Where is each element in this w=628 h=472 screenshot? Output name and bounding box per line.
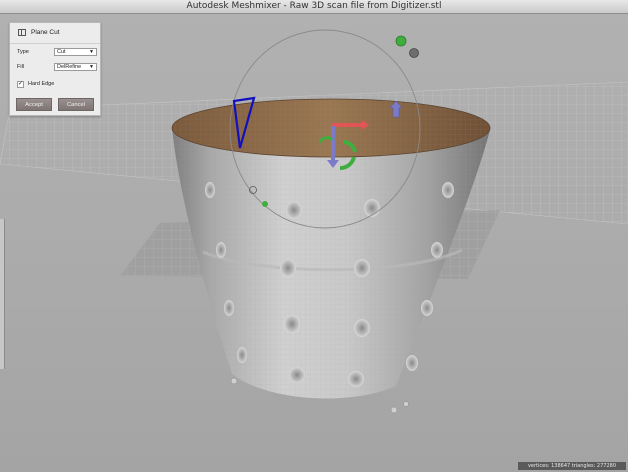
type-value: Cut xyxy=(57,49,66,55)
checkmark-icon: ✓ xyxy=(18,81,24,87)
fill-select[interactable]: DelRefine ▼ xyxy=(54,63,97,71)
hard-edge-checkbox[interactable]: ✓ xyxy=(17,81,24,88)
rotate-handle-icon xyxy=(395,35,407,47)
accept-button[interactable]: Accept xyxy=(16,98,52,111)
type-label: Type xyxy=(17,49,29,55)
left-edge-handle[interactable] xyxy=(0,219,5,369)
dropdown-arrow-icon: ▼ xyxy=(89,49,94,55)
hard-edge-label: Hard Edge xyxy=(28,81,55,87)
gizmo-handle-dark-icon xyxy=(409,48,419,58)
gizmo-handle-green-icon xyxy=(262,201,268,207)
title-bar: Autodesk Meshmixer - Raw 3D scan file fr… xyxy=(0,0,628,14)
cancel-button[interactable]: Cancel xyxy=(58,98,94,111)
fill-value: DelRefine xyxy=(57,64,82,70)
panel-title: Plane Cut xyxy=(31,29,60,36)
dropdown-arrow-icon: ▼ xyxy=(89,64,94,70)
window-title: Autodesk Meshmixer - Raw 3D scan file fr… xyxy=(186,1,442,11)
plane-cut-panel: Plane Cut Type Cut ▼ Fill DelRefine ▼ ✓ … xyxy=(9,22,101,116)
panel-header: Plane Cut xyxy=(10,23,100,44)
plane-cut-icon xyxy=(18,29,26,36)
fill-label: Fill xyxy=(17,64,25,70)
3d-viewport[interactable]: Plane Cut Type Cut ▼ Fill DelRefine ▼ ✓ … xyxy=(0,14,628,472)
mesh-stats-status: vertices: 138647 triangles: 277280 xyxy=(518,462,626,470)
type-select[interactable]: Cut ▼ xyxy=(54,48,97,56)
